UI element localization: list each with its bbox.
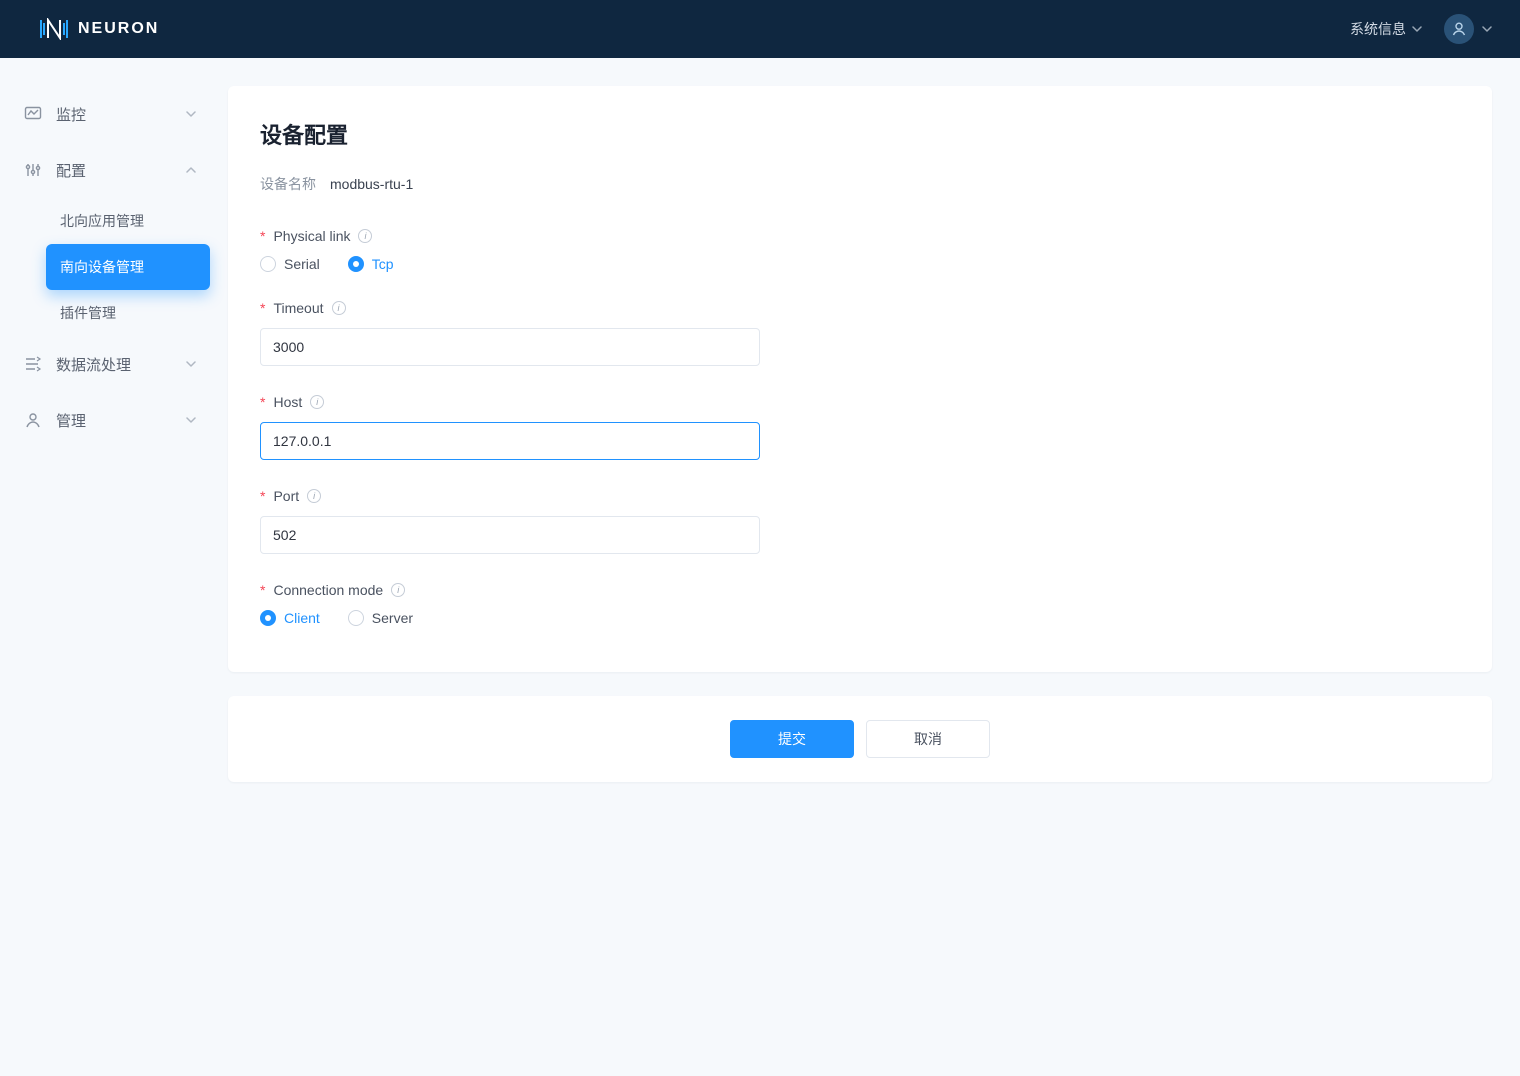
chevron-down-icon (1412, 24, 1422, 34)
sidebar-item-northbound[interactable]: 北向应用管理 (46, 198, 210, 244)
submit-button[interactable]: 提交 (730, 720, 854, 758)
sidebar-item-admin[interactable]: 管理 (10, 392, 210, 448)
chevron-down-icon (186, 415, 196, 425)
sidebar-item-config[interactable]: 配置 (10, 142, 210, 198)
field-host: * Host i (260, 394, 760, 460)
system-info-dropdown[interactable]: 系统信息 (1350, 19, 1422, 39)
logo-icon (40, 18, 68, 40)
field-physical-link: * Physical link i Serial Tcp (260, 228, 760, 272)
label-text: Physical link (273, 228, 350, 244)
info-icon[interactable]: i (391, 583, 405, 597)
config-icon (24, 161, 42, 179)
info-icon[interactable]: i (310, 395, 324, 409)
radio-label: Client (284, 610, 320, 626)
chevron-down-icon (186, 109, 196, 119)
sidebar-item-southbound[interactable]: 南向设备管理 (46, 244, 210, 290)
app-shell: 监控 配置 北向应用管理 南 (0, 58, 1520, 1076)
brand-text: NEURON (78, 20, 159, 38)
chevron-down-icon (1482, 24, 1492, 34)
radio-label: Serial (284, 256, 320, 272)
required-mark: * (260, 394, 265, 410)
label-text: Host (273, 394, 302, 410)
avatar (1444, 14, 1474, 44)
info-icon[interactable]: i (307, 489, 321, 503)
radio-group-connection-mode: Client Server (260, 610, 760, 626)
radio-serial[interactable]: Serial (260, 256, 320, 272)
sidebar-item-plugins[interactable]: 插件管理 (46, 290, 210, 336)
sidebar-item-label: 监控 (56, 104, 172, 125)
sidebar: 监控 配置 北向应用管理 南 (0, 58, 220, 1076)
app-header: NEURON 系统信息 (0, 0, 1520, 58)
device-name-row: 设备名称 modbus-rtu-1 (260, 174, 1460, 194)
user-icon (1451, 21, 1467, 37)
required-mark: * (260, 228, 265, 244)
port-input[interactable] (260, 516, 760, 554)
actions-card: 提交 取消 (228, 696, 1492, 782)
system-info-label: 系统信息 (1350, 19, 1406, 39)
radio-indicator (348, 256, 364, 272)
radio-tcp[interactable]: Tcp (348, 256, 394, 272)
radio-server[interactable]: Server (348, 610, 413, 626)
required-mark: * (260, 582, 265, 598)
info-icon[interactable]: i (332, 301, 346, 315)
device-name-label: 设备名称 (260, 174, 316, 194)
sidebar-item-label: 北向应用管理 (60, 211, 144, 231)
radio-label: Tcp (372, 256, 394, 272)
field-port: * Port i (260, 488, 760, 554)
user-menu[interactable] (1444, 14, 1492, 44)
sidebar-submenu-config: 北向应用管理 南向设备管理 插件管理 (10, 198, 210, 336)
chevron-down-icon (186, 359, 196, 369)
label-text: Port (273, 488, 299, 504)
form-label: * Port i (260, 488, 760, 504)
field-connection-mode: * Connection mode i Client Server (260, 582, 760, 626)
sidebar-item-dataflow[interactable]: 数据流处理 (10, 336, 210, 392)
main-content: 设备配置 设备名称 modbus-rtu-1 * Physical link i… (220, 58, 1520, 1076)
header-right: 系统信息 (1350, 14, 1492, 44)
monitor-icon (24, 105, 42, 123)
device-config-card: 设备配置 设备名称 modbus-rtu-1 * Physical link i… (228, 86, 1492, 672)
admin-icon (24, 411, 42, 429)
label-text: Connection mode (273, 582, 383, 598)
form-label: * Physical link i (260, 228, 760, 244)
label-text: Timeout (273, 300, 323, 316)
form-label: * Timeout i (260, 300, 760, 316)
brand[interactable]: NEURON (40, 18, 159, 40)
device-name-value: modbus-rtu-1 (330, 176, 413, 192)
radio-indicator (260, 256, 276, 272)
sidebar-item-label: 南向设备管理 (60, 257, 144, 277)
field-timeout: * Timeout i (260, 300, 760, 366)
form-label: * Connection mode i (260, 582, 760, 598)
radio-indicator (348, 610, 364, 626)
chevron-up-icon (186, 165, 196, 175)
form-label: * Host i (260, 394, 760, 410)
required-mark: * (260, 488, 265, 504)
timeout-input[interactable] (260, 328, 760, 366)
sidebar-item-label: 插件管理 (60, 303, 116, 323)
required-mark: * (260, 300, 265, 316)
cancel-button[interactable]: 取消 (866, 720, 990, 758)
dataflow-icon (24, 355, 42, 373)
radio-group-physical-link: Serial Tcp (260, 256, 760, 272)
host-input[interactable] (260, 422, 760, 460)
sidebar-item-label: 管理 (56, 410, 172, 431)
sidebar-item-monitor[interactable]: 监控 (10, 86, 210, 142)
page-title: 设备配置 (260, 118, 1460, 150)
radio-indicator (260, 610, 276, 626)
sidebar-item-label: 数据流处理 (56, 354, 172, 375)
info-icon[interactable]: i (358, 229, 372, 243)
radio-label: Server (372, 610, 413, 626)
sidebar-item-label: 配置 (56, 160, 172, 181)
radio-client[interactable]: Client (260, 610, 320, 626)
